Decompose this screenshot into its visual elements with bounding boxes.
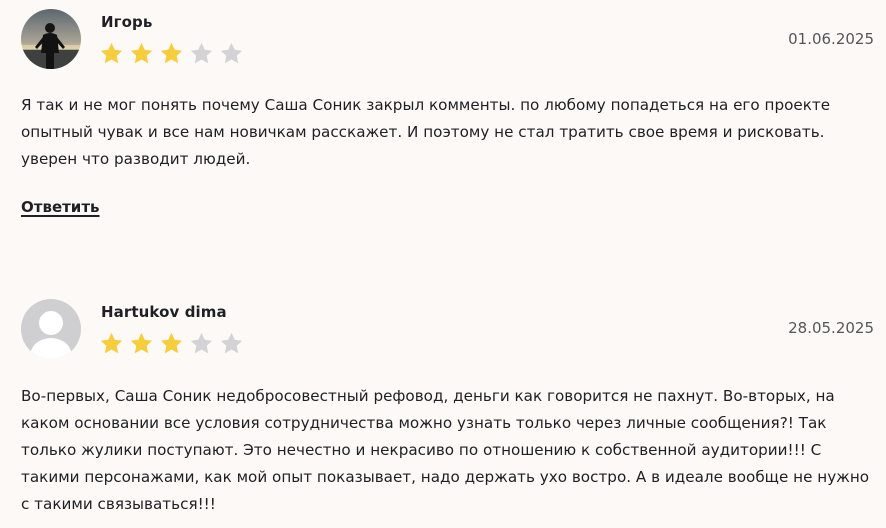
star-rating (99, 41, 244, 66)
review-text: Я так и не мог понять почему Саша Соник … (21, 96, 831, 168)
review-text: Во-первых, Саша Соник недобросовестный р… (21, 387, 870, 513)
star-filled-icon (130, 332, 153, 354)
star-filled-icon (160, 332, 183, 354)
star-filled-icon (130, 42, 153, 64)
star-empty-icon (220, 42, 243, 64)
review-author: Hartukov dima (101, 303, 227, 321)
star-filled-icon (100, 332, 123, 354)
review-author: Игорь (101, 13, 153, 31)
reply-link[interactable]: Ответить (21, 198, 100, 216)
default-avatar-icon (21, 299, 81, 359)
review-date: 01.06.2025 (788, 30, 874, 48)
review-date: 28.05.2025 (788, 319, 874, 337)
star-empty-icon (190, 42, 213, 64)
star-empty-icon (220, 332, 243, 354)
star-empty-icon (190, 332, 213, 354)
star-filled-icon (160, 42, 183, 64)
star-filled-icon (100, 42, 123, 64)
star-rating (99, 331, 244, 356)
user-photo-icon (21, 9, 81, 69)
